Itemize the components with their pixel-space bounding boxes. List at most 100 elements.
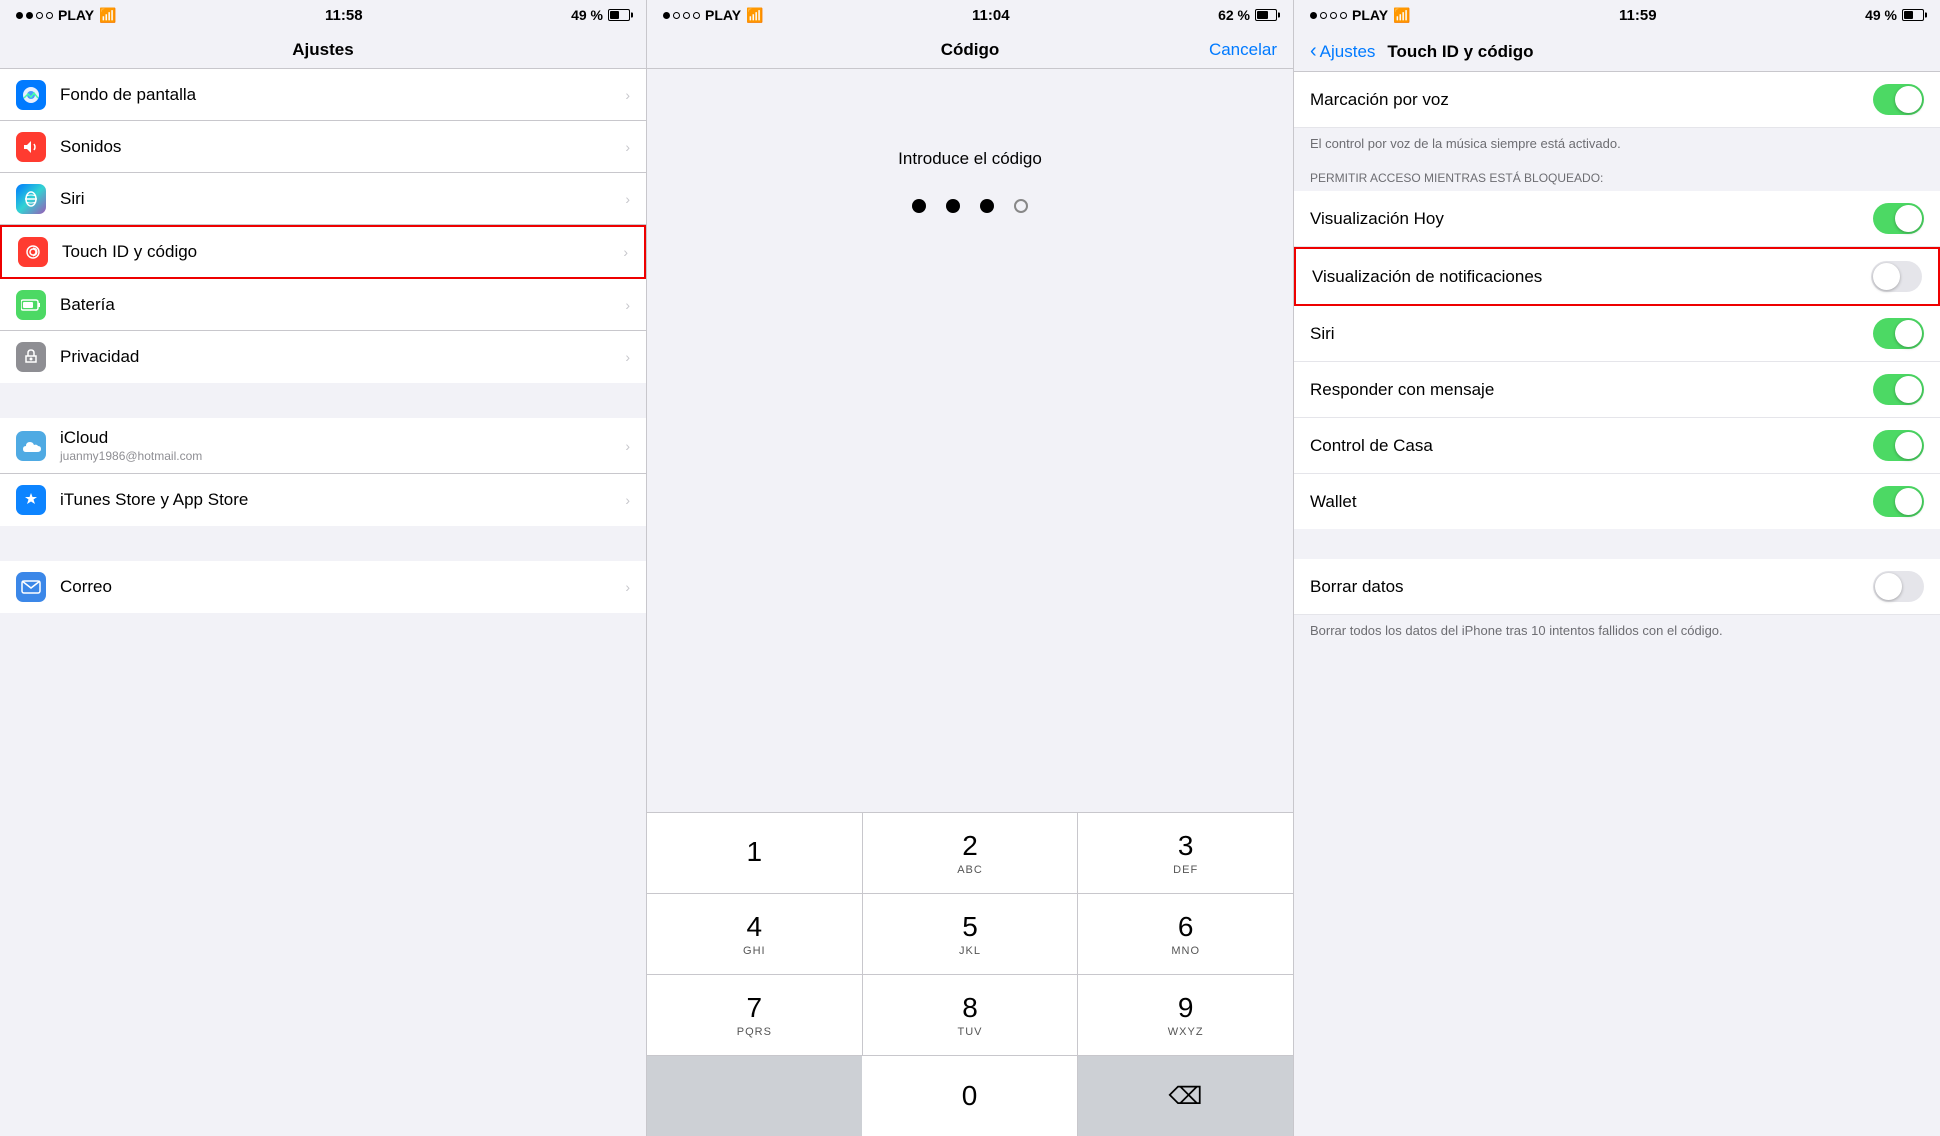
wallet-row[interactable]: Wallet xyxy=(1294,474,1940,529)
status-right-3: 49 % xyxy=(1865,7,1924,23)
toggle-thumb xyxy=(1873,263,1900,290)
touchid-title: Touch ID y código xyxy=(62,242,615,262)
key-letters-6: MNO xyxy=(1171,945,1200,957)
itunes-title: iTunes Store y App Store xyxy=(60,490,617,510)
responder-label: Responder con mensaje xyxy=(1310,380,1873,400)
toggle-thumb xyxy=(1875,573,1902,600)
signal-dot-empty xyxy=(46,12,53,19)
battery-fill-3 xyxy=(1904,11,1913,19)
section-2: iCloud juanmy1986@hotmail.com › iTunes S… xyxy=(0,418,646,526)
status-left-3: PLAY 📶 xyxy=(1310,7,1411,24)
responder-row[interactable]: Responder con mensaje xyxy=(1294,362,1940,418)
key-number-3: 3 xyxy=(1178,830,1194,862)
numpad-key-1[interactable]: 1 xyxy=(647,813,863,893)
code-dot-1 xyxy=(912,199,926,213)
numpad-key-9[interactable]: 9 WXYZ xyxy=(1078,975,1293,1055)
back-button[interactable]: ‹ Ajustes xyxy=(1310,40,1375,63)
numpad-key-delete[interactable]: ⌫ xyxy=(1078,1056,1293,1136)
key-number-0: 0 xyxy=(962,1080,978,1112)
settings-item-correo[interactable]: Correo › xyxy=(0,561,646,613)
correo-title: Correo xyxy=(60,577,617,597)
numpad-key-5[interactable]: 5 JKL xyxy=(863,894,1079,974)
wallet-label: Wallet xyxy=(1310,492,1873,512)
key-number-9: 9 xyxy=(1178,992,1194,1024)
wifi-icon-2: 📶 xyxy=(746,7,763,24)
numpad-key-2[interactable]: 2 ABC xyxy=(863,813,1079,893)
bateria-title: Batería xyxy=(60,295,617,315)
key-letters-4: GHI xyxy=(743,945,766,957)
battery-label-3: 49 % xyxy=(1865,7,1897,23)
privacidad-chevron: › xyxy=(625,349,630,365)
sonidos-title: Sonidos xyxy=(60,137,617,157)
battery-fill-1 xyxy=(610,11,619,19)
responder-toggle[interactable] xyxy=(1873,374,1924,405)
settings-item-bateria[interactable]: Batería › xyxy=(0,279,646,331)
settings-item-itunes[interactable]: iTunes Store y App Store › xyxy=(0,474,646,526)
settings-item-privacidad[interactable]: Privacidad › xyxy=(0,331,646,383)
visualizacion-hoy-row[interactable]: Visualización Hoy xyxy=(1294,191,1940,247)
nav-title-1: Ajustes xyxy=(292,40,353,59)
visualizacion-notif-row[interactable]: Visualización de notificaciones xyxy=(1294,247,1940,306)
sonidos-icon xyxy=(16,132,46,162)
code-prompt: Introduce el código xyxy=(898,149,1042,169)
fondo-icon xyxy=(16,80,46,110)
signal-dot xyxy=(663,12,670,19)
settings-item-siri[interactable]: Siri › xyxy=(0,173,646,225)
control-casa-row[interactable]: Control de Casa xyxy=(1294,418,1940,474)
visualizacion-hoy-toggle[interactable] xyxy=(1873,203,1924,234)
status-bar-1: PLAY 📶 11:58 49 % xyxy=(0,0,646,30)
numpad-key-7[interactable]: 7 PQRS xyxy=(647,975,863,1055)
numpad-key-6[interactable]: 6 MNO xyxy=(1078,894,1293,974)
settings-item-icloud[interactable]: iCloud juanmy1986@hotmail.com › xyxy=(0,418,646,474)
back-chevron-icon: ‹ xyxy=(1310,40,1317,63)
section-1: Fondo de pantalla › Sonidos › xyxy=(0,69,646,383)
nav-bar-3: ‹ Ajustes Touch ID y código xyxy=(1294,30,1940,72)
icloud-icon xyxy=(16,431,46,461)
settings-item-sonidos[interactable]: Sonidos › xyxy=(0,121,646,173)
signal-dot-empty xyxy=(1330,12,1337,19)
control-casa-toggle[interactable] xyxy=(1873,430,1924,461)
wallet-toggle[interactable] xyxy=(1873,486,1924,517)
touchid-text: Touch ID y código xyxy=(62,242,615,262)
battery-label-1: 49 % xyxy=(571,7,603,23)
signal-dot-empty xyxy=(1340,12,1347,19)
numpad-key-0[interactable]: 0 xyxy=(862,1056,1078,1136)
marcacion-toggle[interactable] xyxy=(1873,84,1924,115)
cancel-button[interactable]: Cancelar xyxy=(1209,40,1277,60)
status-left-1: PLAY 📶 xyxy=(16,7,117,24)
signal-dot-empty xyxy=(683,12,690,19)
signal-dot xyxy=(1310,12,1317,19)
privacidad-title: Privacidad xyxy=(60,347,617,367)
toggle-thumb xyxy=(1895,205,1922,232)
note-2: Borrar todos los datos del iPhone tras 1… xyxy=(1294,615,1940,652)
bateria-chevron: › xyxy=(625,297,630,313)
key-letters-2: ABC xyxy=(957,864,983,876)
numpad-key-8[interactable]: 8 TUV xyxy=(863,975,1079,1055)
correo-text: Correo xyxy=(60,577,617,597)
numpad-row-4: 0 ⌫ xyxy=(647,1056,1293,1136)
panel-codigo: PLAY 📶 11:04 62 % Código Cancelar Introd… xyxy=(647,0,1294,1136)
numpad-key-4[interactable]: 4 GHI xyxy=(647,894,863,974)
correo-icon xyxy=(16,572,46,602)
section-label-permitir: PERMITIR ACCESO MIENTRAS ESTÁ BLOQUEADO: xyxy=(1294,165,1940,191)
visualizacion-notif-toggle[interactable] xyxy=(1871,261,1922,292)
borrar-datos-row[interactable]: Borrar datos xyxy=(1294,559,1940,615)
icloud-chevron: › xyxy=(625,438,630,454)
borrar-datos-toggle[interactable] xyxy=(1873,571,1924,602)
panel-touchid: PLAY 📶 11:59 49 % ‹ Ajustes Touch ID y c… xyxy=(1294,0,1940,1136)
siri-toggle[interactable] xyxy=(1873,318,1924,349)
siri-chevron: › xyxy=(625,191,630,207)
marcacion-row[interactable]: Marcación por voz xyxy=(1294,72,1940,128)
fondo-chevron: › xyxy=(625,87,630,103)
section-label-text: PERMITIR ACCESO MIENTRAS ESTÁ BLOQUEADO: xyxy=(1310,171,1603,185)
numpad-key-3[interactable]: 3 DEF xyxy=(1078,813,1293,893)
settings-item-touchid[interactable]: Touch ID y código › xyxy=(0,225,646,279)
appstore-icon xyxy=(16,485,46,515)
siri-row[interactable]: Siri xyxy=(1294,306,1940,362)
toggle-thumb xyxy=(1895,376,1922,403)
itunes-text: iTunes Store y App Store xyxy=(60,490,617,510)
numpad-row-2: 4 GHI 5 JKL 6 MNO xyxy=(647,894,1293,975)
settings-item-fondo[interactable]: Fondo de pantalla › xyxy=(0,69,646,121)
icloud-subtitle: juanmy1986@hotmail.com xyxy=(60,449,617,463)
note-1-text: El control por voz de la música siempre … xyxy=(1310,136,1621,151)
